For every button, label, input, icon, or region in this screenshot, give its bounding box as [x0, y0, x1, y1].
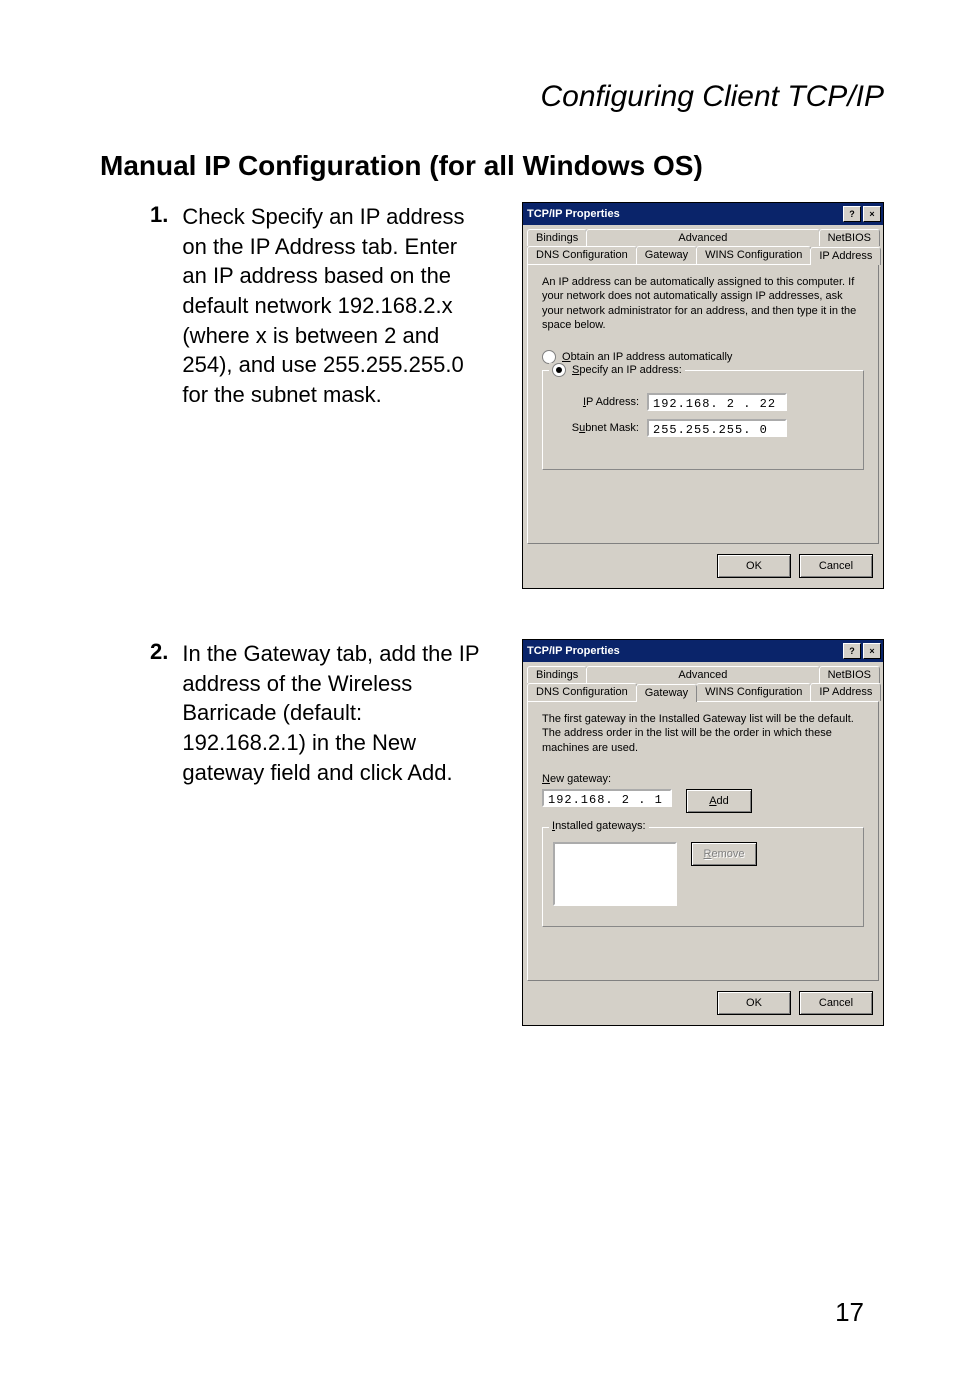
tab-bindings[interactable]: Bindings	[527, 666, 587, 683]
installed-gateways-list[interactable]	[553, 842, 677, 906]
cancel-button[interactable]: Cancel	[799, 554, 873, 578]
mask-input[interactable]: 255.255.255. 0	[647, 419, 787, 437]
step-text: In the Gateway tab, add the IP address o…	[182, 639, 480, 787]
tab-bindings[interactable]: Bindings	[527, 229, 587, 246]
radio-auto[interactable]	[542, 350, 556, 364]
step-number: 2.	[150, 639, 182, 787]
step-number: 1.	[150, 202, 182, 410]
cancel-button[interactable]: Cancel	[799, 991, 873, 1015]
new-gateway-label: New gateway:	[542, 773, 864, 785]
dialog-title: TCP/IP Properties	[527, 645, 620, 657]
panel-description: An IP address can be automatically assig…	[542, 275, 864, 332]
tcpip-dialog-ipaddress: TCP/IP Properties ? × Bindings Advanced …	[522, 202, 884, 589]
tab-advanced[interactable]: Advanced	[586, 229, 819, 246]
help-icon[interactable]: ?	[843, 643, 861, 659]
radio-specify-label: Specify an IP address:	[572, 364, 682, 376]
tab-dns[interactable]: DNS Configuration	[527, 683, 637, 701]
close-icon[interactable]: ×	[863, 643, 881, 659]
panel-description: The first gateway in the Installed Gatew…	[542, 712, 864, 755]
ip-label: IP Address:	[553, 396, 647, 408]
new-gateway-input[interactable]: 192.168. 2 . 1	[542, 789, 672, 807]
tab-wins[interactable]: WINS Configuration	[696, 683, 811, 701]
remove-button[interactable]: Remove	[691, 842, 757, 866]
ok-button[interactable]: OK	[717, 554, 791, 578]
section-title: Manual IP Configuration (for all Windows…	[100, 150, 884, 182]
page-number: 17	[835, 1297, 864, 1328]
ok-button[interactable]: OK	[717, 991, 791, 1015]
tab-gateway[interactable]: Gateway	[636, 246, 697, 264]
tab-netbios[interactable]: NetBIOS	[819, 229, 880, 246]
help-icon[interactable]: ?	[843, 206, 861, 222]
tab-wins[interactable]: WINS Configuration	[696, 246, 811, 264]
step-text: Check Specify an IP address on the IP Ad…	[182, 202, 480, 410]
ip-input[interactable]: 192.168. 2 . 22	[647, 393, 787, 411]
add-button[interactable]: Add	[686, 789, 752, 813]
radio-auto-label: Obtain an IP address automatically	[562, 351, 732, 363]
dialog-title: TCP/IP Properties	[527, 208, 620, 220]
close-icon[interactable]: ×	[863, 206, 881, 222]
tab-ipaddress[interactable]: IP Address	[810, 247, 881, 265]
tab-dns[interactable]: DNS Configuration	[527, 246, 637, 264]
tab-gateway[interactable]: Gateway	[636, 684, 697, 702]
tab-ipaddress[interactable]: IP Address	[810, 683, 881, 701]
page-header: Configuring Client TCP/IP	[100, 80, 884, 114]
tcpip-dialog-gateway: TCP/IP Properties ? × Bindings Advanced …	[522, 639, 884, 1026]
tab-advanced[interactable]: Advanced	[586, 666, 819, 683]
mask-label: Subnet Mask:	[553, 422, 647, 434]
radio-specify[interactable]	[552, 363, 566, 377]
installed-gateways-label: Installed gateways:	[549, 820, 649, 832]
tab-netbios[interactable]: NetBIOS	[819, 666, 880, 683]
